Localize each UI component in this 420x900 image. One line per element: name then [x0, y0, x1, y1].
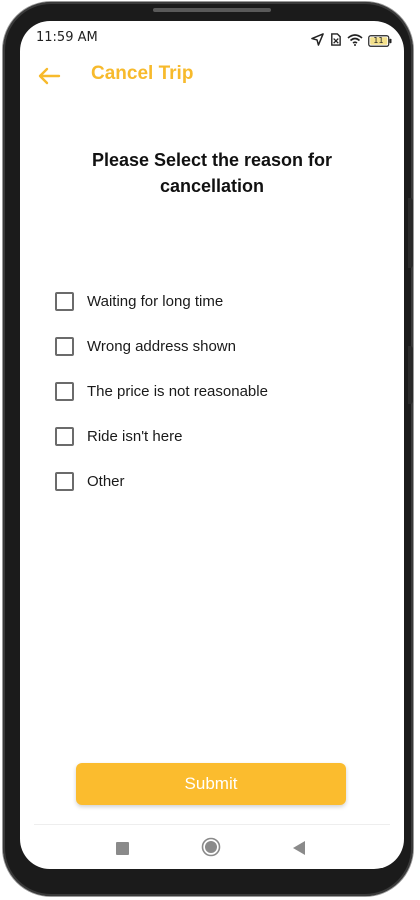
- reason-heading: Please Select the reason for cancellatio…: [91, 150, 333, 196]
- checkbox[interactable]: [55, 472, 74, 491]
- reason-label: Other: [87, 473, 125, 490]
- status-bar: 11:59 AM 11: [20, 21, 404, 57]
- nav-divider: [34, 824, 390, 825]
- reason-option-waiting[interactable]: Waiting for long time: [55, 279, 375, 324]
- reason-option-price[interactable]: The price is not reasonable: [55, 369, 375, 414]
- home-circle-icon: [201, 837, 221, 861]
- reason-label: Ride isn't here: [87, 428, 183, 445]
- earpiece-speaker: [153, 8, 271, 12]
- system-back-button[interactable]: [287, 837, 311, 861]
- reason-label: The price is not reasonable: [87, 383, 268, 400]
- no-sim-icon: [329, 31, 342, 50]
- status-icons: 11: [311, 31, 392, 50]
- arrow-left-icon: [34, 67, 64, 95]
- home-button[interactable]: [199, 837, 223, 861]
- app-bar: Cancel Trip: [20, 57, 404, 95]
- reason-list: Waiting for long time Wrong address show…: [55, 279, 375, 504]
- checkbox[interactable]: [55, 382, 74, 401]
- checkbox[interactable]: [55, 427, 74, 446]
- screen: 11:59 AM 11 Cancel Trip Please Select th…: [20, 21, 404, 869]
- battery-level: 11: [373, 35, 384, 45]
- reason-option-ride-not-here[interactable]: Ride isn't here: [55, 414, 375, 459]
- battery-icon: 11: [368, 34, 392, 47]
- page-title: Cancel Trip: [91, 63, 194, 84]
- reason-option-other[interactable]: Other: [55, 459, 375, 504]
- location-arrow-icon: [311, 31, 324, 50]
- wifi-icon: [347, 31, 363, 50]
- recents-button[interactable]: [110, 837, 134, 861]
- back-button[interactable]: [34, 61, 64, 91]
- reason-option-wrong-address[interactable]: Wrong address shown: [55, 324, 375, 369]
- reason-label: Waiting for long time: [87, 293, 224, 310]
- status-time: 11:59 AM: [36, 30, 98, 45]
- checkbox[interactable]: [55, 337, 74, 356]
- system-nav-bar: [20, 829, 404, 869]
- volume-button: [408, 198, 413, 268]
- recents-square-icon: [115, 840, 129, 859]
- reason-label: Wrong address shown: [87, 338, 236, 355]
- power-button: [408, 346, 413, 404]
- phone-frame: 11:59 AM 11 Cancel Trip Please Select th…: [3, 2, 413, 896]
- checkbox[interactable]: [55, 292, 74, 311]
- submit-button[interactable]: Submit: [76, 763, 346, 805]
- back-triangle-icon: [292, 840, 306, 859]
